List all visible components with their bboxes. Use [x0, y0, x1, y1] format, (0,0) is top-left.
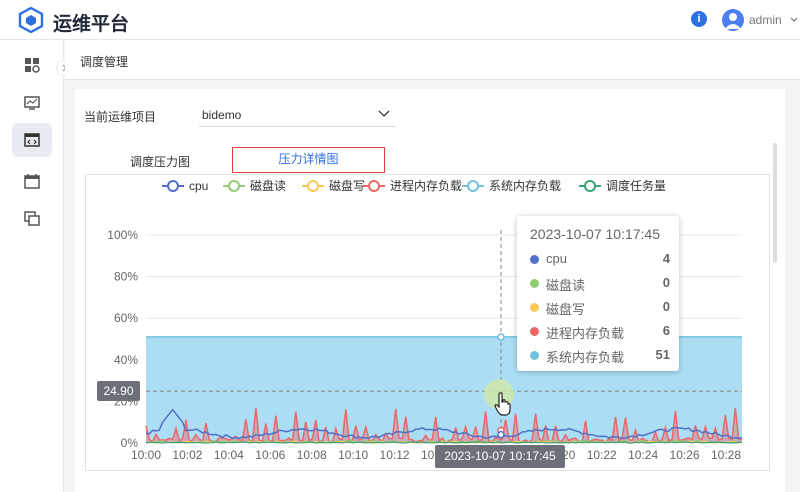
x-tick-label: 10:12 — [380, 448, 410, 462]
sidebar-item-windows[interactable] — [12, 202, 52, 236]
project-label: 当前运维项目 — [84, 110, 157, 124]
tooltip-series-name: 进程内存负载 — [546, 326, 625, 341]
x-tick-label: 10:04 — [214, 448, 244, 462]
y-axis-pointer-label: 24.90 — [97, 381, 140, 401]
x-tick-label: 10:00 — [131, 448, 161, 462]
project-select-value: bidemo — [202, 108, 242, 122]
x-tick-label: 10:28 — [711, 448, 741, 462]
tooltip-dot — [530, 279, 539, 288]
tooltip-series-value: 0 — [662, 275, 670, 290]
legend-label: 进程内存负载 — [390, 178, 462, 193]
x-tick-label: 10:02 — [172, 448, 202, 462]
tab-pressure-detail[interactable]: 压力详情图 — [232, 147, 385, 173]
x-tick-label: 10:08 — [297, 448, 327, 462]
windows-icon — [24, 211, 40, 226]
tooltip-series-name: 磁盘读 — [546, 278, 586, 293]
legend-label: 系统内存负载 — [489, 179, 561, 193]
project-select[interactable]: bidemo — [199, 103, 396, 127]
legend-item[interactable]: 进程内存负载 — [363, 178, 462, 193]
series-point-system-memory — [497, 333, 505, 341]
y-tick-label: 100% — [107, 228, 138, 242]
code-window-icon — [24, 133, 40, 147]
x-tick-label: 10:26 — [670, 448, 700, 462]
dashboard-icon — [25, 58, 40, 73]
sidebar-item-schedule[interactable] — [12, 123, 52, 157]
tooltip-series-value: 6 — [662, 323, 670, 338]
tooltip-series-value: 0 — [662, 299, 670, 314]
tooltip-dot — [530, 351, 539, 360]
x-tick-label: 10:10 — [338, 448, 368, 462]
avatar[interactable] — [722, 9, 744, 31]
tooltip-time: 2023-10-07 10:17:45 — [530, 226, 660, 242]
tooltip-row: 进程内存负载 6 — [530, 322, 670, 341]
legend-label: 磁盘读 — [250, 178, 286, 193]
x-tick-label: 10:06 — [255, 448, 285, 462]
tab-pressure-chart[interactable]: 调度压力图 — [130, 153, 190, 170]
chart-tooltip: 2023-10-07 10:17:45 cpu 4 磁盘读 0 磁盘写 0 进程… — [517, 216, 679, 371]
legend-label: 调度任务量 — [606, 178, 666, 193]
calendar-icon — [24, 174, 40, 189]
x-tick-label: 10:24 — [628, 448, 658, 462]
tooltip-dot — [530, 255, 539, 264]
chart-legend[interactable]: cpu 磁盘读 磁盘写 进程内存负载 系统内存负载 调度任务量 — [162, 178, 666, 193]
legend-item[interactable]: 调度任务量 — [579, 178, 666, 193]
x-axis-pointer-label: 2023-10-07 10:17:45 — [435, 445, 565, 468]
hand-cursor-icon — [494, 392, 511, 416]
sidebar — [0, 40, 64, 492]
series-point-cpu — [497, 430, 505, 439]
legend-label: 磁盘写 — [329, 178, 365, 193]
y-tick-label: 80% — [114, 270, 138, 284]
chevron-down-icon[interactable] — [789, 15, 799, 25]
username[interactable]: admin — [749, 13, 782, 27]
legend-marker — [167, 180, 179, 192]
tooltip-series-name: 系统内存负载 — [546, 350, 625, 365]
top-header: 运维平台 i admin — [0, 0, 800, 40]
y-tick-label: 60% — [114, 311, 138, 325]
tooltip-series-name: cpu — [546, 251, 567, 266]
sidebar-item-monitor[interactable] — [12, 86, 52, 120]
tooltip-series-name: 磁盘写 — [546, 302, 586, 317]
legend-marker — [368, 180, 380, 192]
legend-marker — [307, 180, 319, 192]
tooltip-row: cpu 4 — [530, 250, 670, 268]
tooltip-dot — [530, 303, 539, 312]
tooltip-series-value: 4 — [662, 251, 670, 266]
legend-item[interactable]: cpu — [162, 179, 208, 193]
breadcrumb-bar: 调度管理 — [65, 40, 800, 80]
app-logo-icon — [18, 7, 44, 33]
legend-label: cpu — [189, 179, 208, 193]
tooltip-row: 磁盘读 0 — [530, 274, 670, 293]
tooltip-dot — [530, 327, 539, 336]
legend-marker — [467, 180, 479, 192]
app-title: 运维平台 — [53, 14, 130, 35]
legend-item[interactable]: 系统内存负载 — [462, 179, 561, 193]
info-icon[interactable]: i — [691, 11, 707, 27]
scrollbar[interactable] — [773, 143, 777, 263]
legend-marker — [228, 180, 240, 192]
legend-item[interactable]: 磁盘写 — [302, 178, 365, 193]
sidebar-item-dashboard[interactable] — [12, 48, 52, 82]
tooltip-series-value: 51 — [655, 347, 670, 362]
legend-marker — [584, 180, 596, 192]
y-tick-label: 40% — [114, 353, 138, 367]
monitor-icon — [24, 96, 40, 110]
user-icon — [725, 13, 741, 29]
tooltip-row: 系统内存负载 51 — [530, 346, 670, 365]
legend-item[interactable]: 磁盘读 — [223, 178, 286, 193]
x-tick-label: 10:22 — [587, 448, 617, 462]
sidebar-item-calendar[interactable] — [12, 164, 52, 198]
chevron-down-icon — [378, 110, 390, 117]
breadcrumb: 调度管理 — [80, 55, 129, 69]
tooltip-row: 磁盘写 0 — [530, 298, 670, 317]
